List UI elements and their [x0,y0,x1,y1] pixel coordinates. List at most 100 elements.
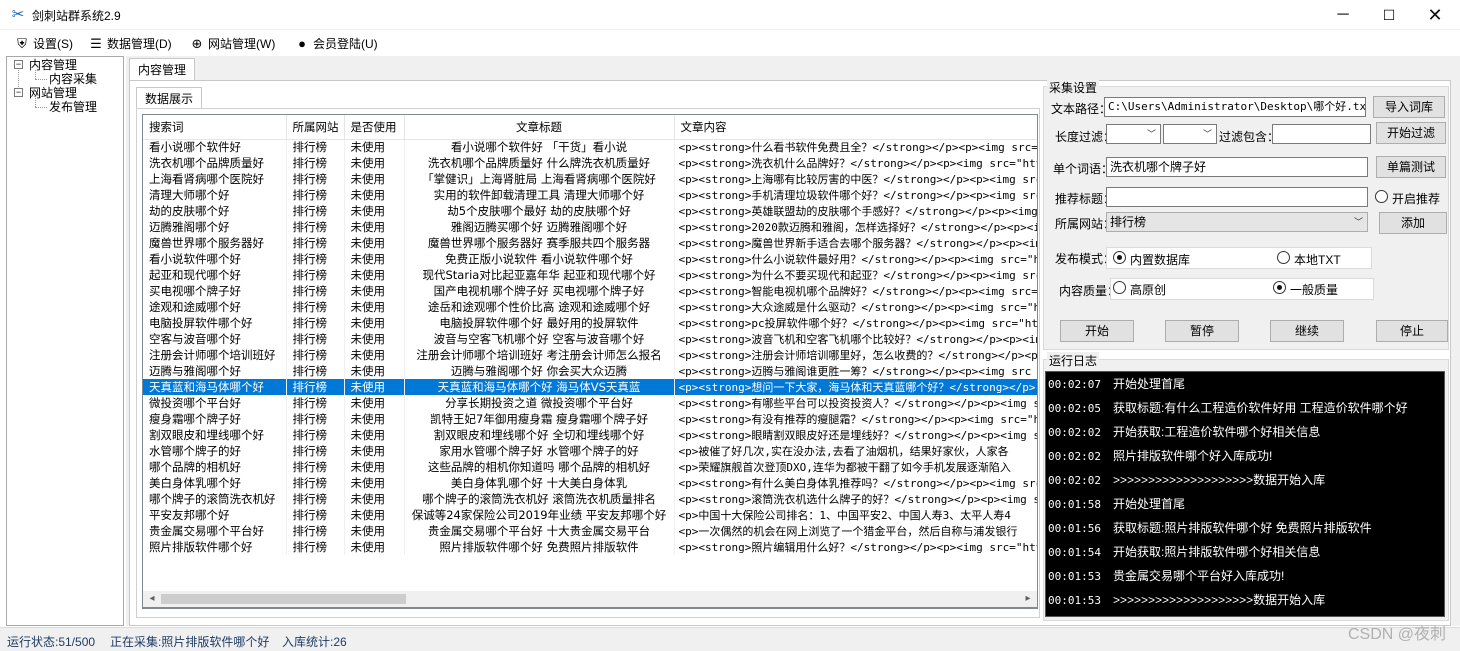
mode-local-txt-radio[interactable] [1277,251,1290,264]
table-row[interactable]: 美白身体乳哪个好 排行榜 未使用 美白身体乳哪个好 十大美白身体乳 <p><strong… [143,475,1037,491]
table-row[interactable]: 注册会计师哪个培训班好 排行榜 未使用 注册会计师哪个培训班好 考注册会计师怎么报名 <… [143,347,1037,363]
cell-title: 这些品牌的相机你知道吗 哪个品牌的相机好 [404,459,675,475]
log-time: 00:02:02 [1048,450,1101,463]
column-header-used[interactable]: 是否使用 [344,115,405,140]
add-site-button[interactable]: 添加 [1379,212,1447,234]
cell-content: <p><strong>手机清理垃圾软件哪个好？</strong></p><p><… [674,187,1037,203]
enable-recommend-radio[interactable] [1375,190,1388,203]
chevron-down-icon: ﹀ [1146,129,1156,139]
import-wordlist-button[interactable]: 导入词库 [1373,96,1445,118]
table-row[interactable]: 买电视哪个牌子好 排行榜 未使用 国产电视机哪个牌子好 买电视哪个牌子好 <p><str… [143,283,1037,299]
run-log[interactable]: 00:02:07 开始处理首尾 00:02:05 获取标题:有什么工程造价软件好用 工… [1045,371,1445,617]
tree-node-content-collect[interactable]: 内容采集 [49,72,97,86]
column-header-title[interactable]: 文章标题 [404,115,675,140]
filter-contains-field[interactable] [1272,124,1371,144]
single-test-button[interactable]: 单篇测试 [1376,156,1446,178]
enable-recommend-label[interactable]: 开启推荐 [1392,190,1440,207]
scroll-left-icon[interactable]: ◂ [144,592,160,606]
mode-builtin-db-label[interactable]: 内置数据库 [1130,251,1190,268]
recommend-title-field[interactable] [1106,187,1368,207]
menu-settings[interactable]: ⛨ 设置(S) [14,34,73,54]
start-button[interactable]: 开始 [1060,320,1134,342]
table-row[interactable]: 微投资哪个平台好 排行榜 未使用 分享长期投资之道 微投资哪个平台好 <p><stron… [143,395,1037,411]
cell-title: 家用水管哪个牌子好 水管哪个牌子的好 [404,443,675,459]
table-row[interactable]: 清理大师哪个好 排行榜 未使用 实用的软件卸载清理工具 清理大师哪个好 <p><stro… [143,187,1037,203]
cell-content: <p><strong>滚筒洗衣机选什么牌子的好？</strong></p><p>… [674,491,1037,507]
table-row[interactable]: 起亚和现代哪个好 排行榜 未使用 现代Staria对比起亚嘉年华 起亚和现代哪个好 <p… [143,267,1037,283]
cell-content: <p><strong>有哪些平台可以投资投资人？</strong></p><p>… [674,395,1037,411]
table-row[interactable]: 水管哪个牌子的好 排行榜 未使用 家用水管哪个牌子好 水管哪个牌子的好 <p>被催了好几… [143,443,1037,459]
cell-site: 排行榜 [286,475,345,491]
collapse-toggle-icon[interactable]: − [14,60,23,69]
length-min-select[interactable]: ﹀ [1106,124,1161,144]
continue-button[interactable]: 继续 [1270,320,1344,342]
table-row[interactable]: 平安友邦哪个好 排行榜 未使用 保诚等24家保险公司2019年业绩 平安友邦哪个好 <p… [143,507,1037,523]
table-row[interactable]: 哪个牌子的滚筒洗衣机好 排行榜 未使用 哪个牌子的滚筒洗衣机好 滚筒洗衣机质量排名 <p… [143,491,1037,507]
start-filter-button[interactable]: 开始过滤 [1376,122,1446,144]
cell-used: 未使用 [344,523,405,539]
table-row[interactable]: 劫的皮肤哪个好 排行榜 未使用 劫5个皮肤哪个最好 劫的皮肤哪个好 <p><strong… [143,203,1037,219]
tree-node-content-management[interactable]: 内容管理 [29,58,77,72]
quality-high-radio[interactable] [1113,281,1126,294]
minimize-button[interactable]: ─ [1320,0,1366,30]
cell-used: 未使用 [344,491,405,507]
stop-button[interactable]: 停止 [1376,320,1448,342]
log-time: 00:02:07 [1048,378,1101,391]
scrollbar-thumb[interactable] [161,594,406,604]
pause-button[interactable]: 暂停 [1165,320,1239,342]
column-header-content[interactable]: 文章内容 [674,115,1037,140]
mode-local-txt-label[interactable]: 本地TXT [1294,251,1341,268]
table-row[interactable]: 迈腾雅阁哪个好 排行榜 未使用 雅阁迈腾买哪个好 迈腾雅阁哪个好 <p><strong>… [143,219,1037,235]
quality-normal-radio[interactable] [1273,281,1286,294]
table-row[interactable]: 瘦身霜哪个牌子好 排行榜 未使用 凯特王妃7年御用瘦身霜 瘦身霜哪个牌子好 <p><st… [143,411,1037,427]
tab-data-display[interactable]: 数据展示 [136,87,203,109]
file-path-field[interactable]: C:\Users\Administrator\Desktop\哪个好.txt [1104,97,1366,117]
tree-node-site-management[interactable]: 网站管理 [29,86,77,100]
data-table: 搜索词 所属网站 是否使用 文章标题 文章内容 看小说哪个软件好 排行榜 未使用 看小… [143,115,1037,555]
cell-content: <p><strong>大众途威是什么驱动？</strong></p><p><im… [674,299,1037,315]
collapse-toggle-icon[interactable]: − [14,88,23,97]
table-row[interactable]: 迈腾与雅阁哪个好 排行榜 未使用 迈腾与雅阁哪个好 你会买大众迈腾 <p><strong… [143,363,1037,379]
menu-member-login[interactable]: ● 会员登陆(U) [294,34,378,54]
scroll-right-icon[interactable]: ▸ [1020,592,1036,606]
table-row[interactable]: 天真蓝和海马体哪个好 排行榜 未使用 天真蓝和海马体哪个好 海马体VS天真蓝 <p><s… [143,379,1037,395]
column-header-keyword[interactable]: 搜索词 [143,115,287,140]
table-row[interactable]: 电脑投屏软件哪个好 排行榜 未使用 电脑投屏软件哪个好 最好用的投屏软件 <p><str… [143,315,1037,331]
cell-site: 排行榜 [286,507,345,523]
quality-high-label[interactable]: 高原创 [1130,281,1166,298]
table-row[interactable]: 照片排版软件哪个好 排行榜 未使用 照片排版软件哪个好 免费照片排版软件 <p><str… [143,539,1037,555]
table-row[interactable]: 魔兽世界哪个服务器好 排行榜 未使用 魔兽世界哪个服务器好 赛季服共四个服务器 <p><… [143,235,1037,251]
data-grid[interactable]: 搜索词 所属网站 是否使用 文章标题 文章内容 看小说哪个软件好 排行榜 未使用 看小… [142,114,1038,609]
cell-keyword: 注册会计师哪个培训班好 [143,347,287,363]
table-row[interactable]: 哪个品牌的相机好 排行榜 未使用 这些品牌的相机你知道吗 哪个品牌的相机好 <p>荣耀旗… [143,459,1037,475]
cell-title: 免费正版小说软件 看小说软件哪个好 [404,251,675,267]
tree-node-publish-management[interactable]: 发布管理 [49,100,97,114]
menu-site-management[interactable]: ⊕ 网站管理(W) [189,34,276,54]
column-header-site[interactable]: 所属网站 [286,115,345,140]
cell-content: <p><strong>注册会计师培训哪里好，怎么收费的？</strong></p… [674,347,1037,363]
cell-site: 排行榜 [286,251,345,267]
quality-normal-label[interactable]: 一般质量 [1290,281,1338,298]
log-message: 开始处理首尾 [1112,497,1185,511]
app-logo-icon: ✂ [11,6,25,23]
nav-tree: − 内容管理 内容采集 − 网站管理 发布管理 [6,56,124,626]
table-row[interactable]: 贵金属交易哪个平台好 排行榜 未使用 贵金属交易哪个平台好 十大贵金属交易平台 <p>一… [143,523,1037,539]
single-word-field[interactable]: 洗衣机哪个牌子好 [1106,157,1368,177]
cell-site: 排行榜 [286,427,345,443]
table-row[interactable]: 割双眼皮和埋线哪个好 排行榜 未使用 割双眼皮和埋线哪个好 全切和埋线哪个好 <p><s… [143,427,1037,443]
length-max-select[interactable]: ﹀ [1163,124,1217,144]
table-row[interactable]: 上海看肾病哪个医院好 排行榜 未使用 「掌健识」上海肾脏局 上海看肾病哪个医院好 <p>… [143,171,1037,187]
menu-data-management[interactable]: ☰ 数据管理(D) [88,34,172,54]
table-row[interactable]: 途观和途威哪个好 排行榜 未使用 途岳和途观哪个性价比高 途观和途威哪个好 <p><st… [143,299,1037,315]
horizontal-scrollbar[interactable]: ◂ ▸ [142,591,1038,608]
maximize-button[interactable]: ☐ [1366,0,1412,30]
mode-builtin-db-radio[interactable] [1113,251,1126,264]
table-row[interactable]: 看小说软件哪个好 排行榜 未使用 免费正版小说软件 看小说软件哪个好 <p><stron… [143,251,1037,267]
table-row[interactable]: 看小说哪个软件好 排行榜 未使用 看小说哪个软件好 「干货」看小说 <p><strong… [143,139,1037,155]
close-button[interactable]: ✕ [1412,0,1458,30]
table-row[interactable]: 洗衣机哪个品牌质量好 排行榜 未使用 洗衣机哪个品牌质量好 什么牌洗衣机质量好 <p><… [143,155,1037,171]
site-select[interactable]: 排行榜 ﹀ [1106,212,1368,232]
cell-content: <p><strong>想问一下大家，海马体和天真蓝哪个好？</strong></… [674,379,1037,395]
tab-content-management[interactable]: 内容管理 [129,58,196,80]
table-row[interactable]: 空客与波音哪个好 排行榜 未使用 波音与空客飞机哪个好 空客与波音哪个好 <p><str… [143,331,1037,347]
